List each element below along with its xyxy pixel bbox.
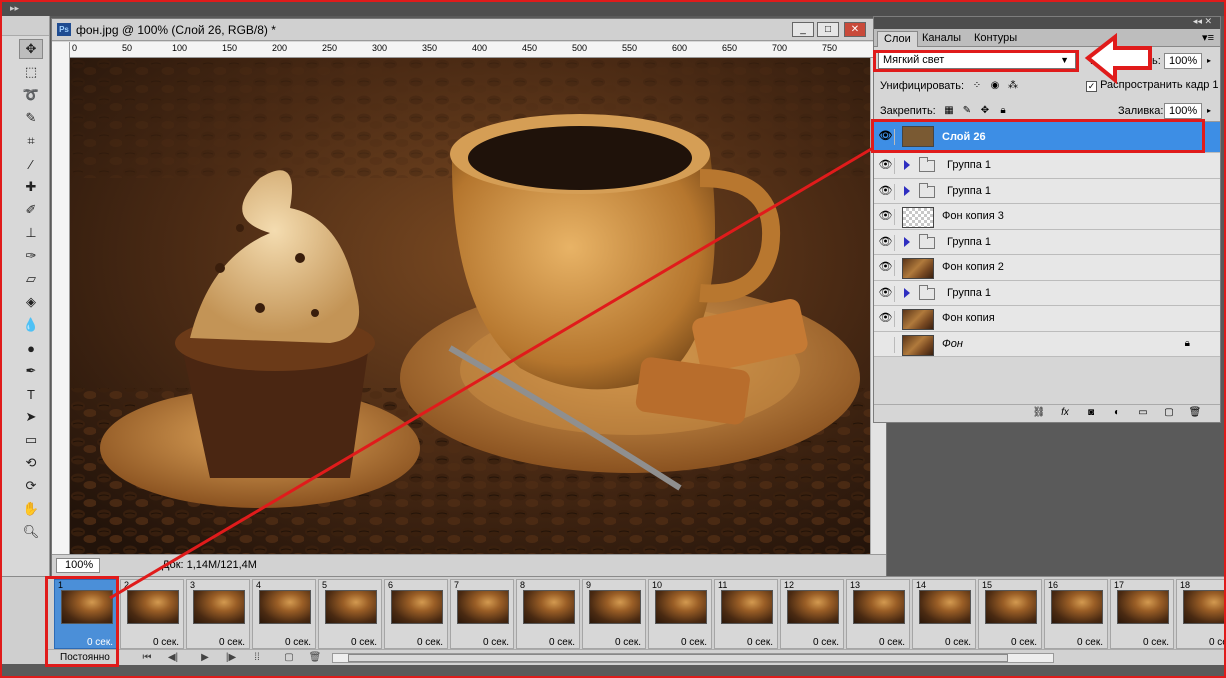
annotation-arrow-icon (1084, 32, 1152, 85)
annotation-overlay (109, 32, 1152, 600)
annotation-connector-line (109, 146, 874, 600)
